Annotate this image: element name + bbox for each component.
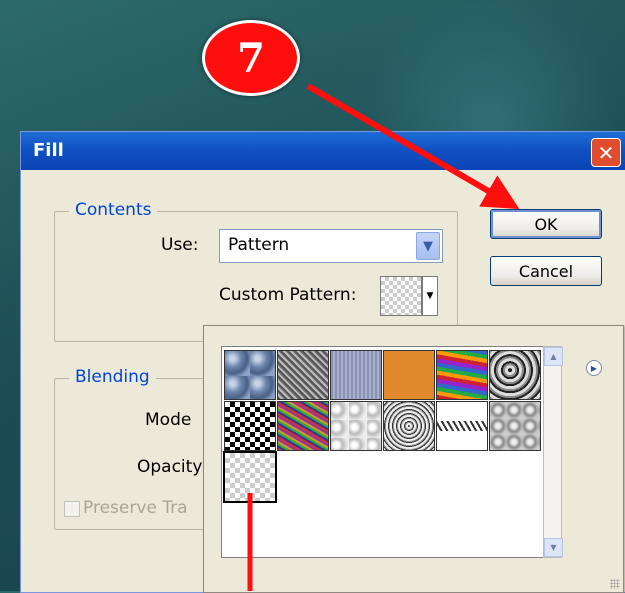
arrow-to-ok-button [306, 83, 520, 210]
annotation-overlay [247, 83, 520, 591]
